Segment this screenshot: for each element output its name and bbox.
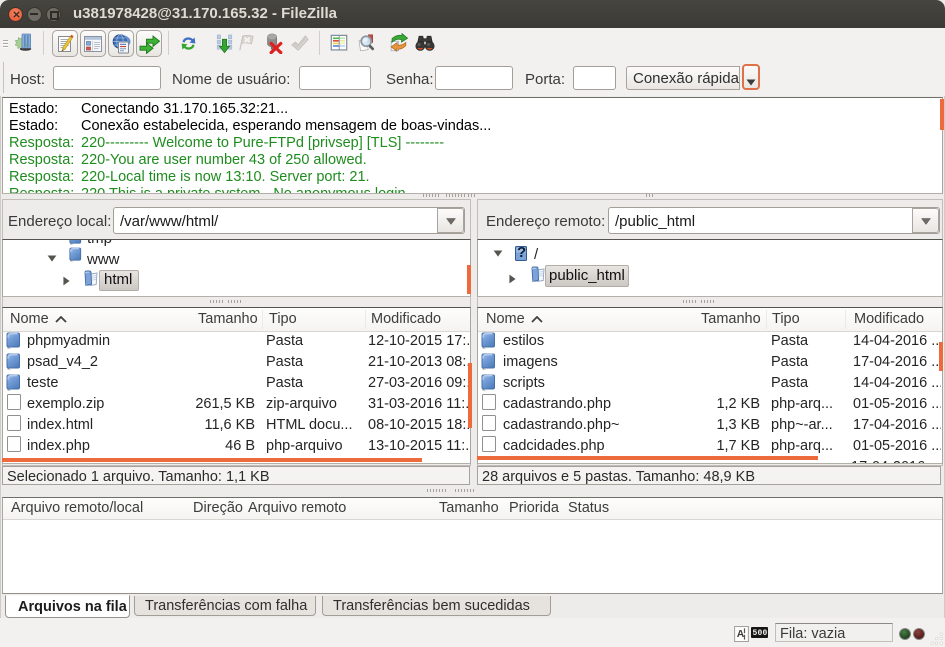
svg-text:A: A (737, 629, 745, 640)
